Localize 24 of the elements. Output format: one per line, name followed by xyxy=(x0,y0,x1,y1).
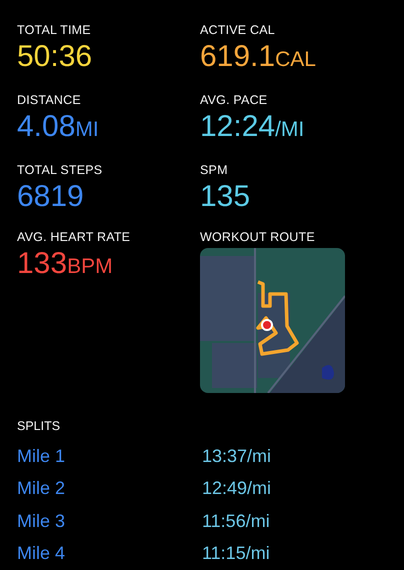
metric-value: 6819 xyxy=(17,179,84,215)
metric-value: 135 xyxy=(200,179,250,215)
metric-label: SPM xyxy=(200,162,228,178)
split-name: Mile 2 xyxy=(17,478,66,500)
metric-value: 50:36 xyxy=(17,39,92,75)
metric-label: AVG. PACE xyxy=(200,92,268,108)
split-name: Mile 4 xyxy=(17,543,66,564)
metric-label: TOTAL TIME xyxy=(17,22,91,38)
split-pace: 11:15/mi xyxy=(202,543,271,564)
metric-value: 4.08MI xyxy=(17,109,99,145)
metric-label: DISTANCE xyxy=(17,92,81,108)
metric-value: 619.1CAL xyxy=(200,39,316,75)
section-title: SPLITS xyxy=(17,418,60,434)
metric-value: 12:24/MI xyxy=(200,109,304,145)
split-name: Mile 3 xyxy=(17,510,66,532)
metric-label: TOTAL STEPS xyxy=(17,162,102,178)
split-pace: 13:37/mi xyxy=(202,446,272,467)
metric-label: AVG. HEART RATE xyxy=(17,229,130,245)
split-pace: 11:56/mi xyxy=(202,510,271,532)
split-pace: 12:49/mi xyxy=(202,478,272,500)
metric-value: 133BPM xyxy=(17,246,113,282)
split-name: Mile 1 xyxy=(17,446,66,467)
metric-label: ACTIVE CAL xyxy=(200,22,275,38)
metric-label: WORKOUT ROUTE xyxy=(200,229,315,245)
